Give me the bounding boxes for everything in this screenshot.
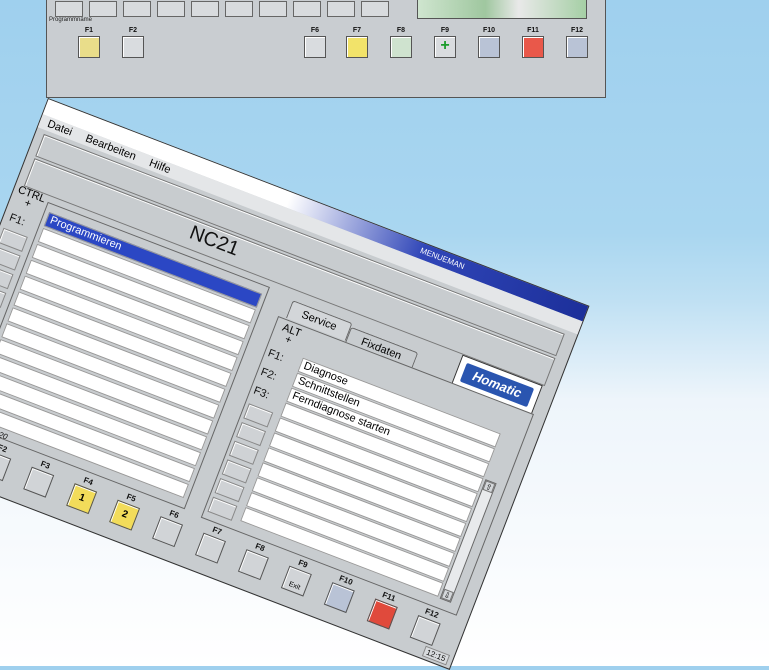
grid-icon: [566, 36, 588, 58]
bg-fkey-f7[interactable]: F7: [343, 27, 371, 58]
bg-cell: [327, 1, 355, 17]
plus-icon: +: [434, 36, 456, 58]
fkey-f4[interactable]: F4 1: [64, 472, 103, 515]
bg-fkey-f10[interactable]: F10: [475, 27, 503, 58]
fkey-f9[interactable]: F9 Exit: [279, 555, 318, 598]
bg-fkey-label: F6: [310, 27, 320, 34]
fkey-f11[interactable]: F11: [365, 588, 404, 631]
wand-icon: [346, 36, 368, 58]
fkey-f2[interactable]: F2: [0, 439, 17, 482]
fkey-f3[interactable]: F3: [21, 456, 60, 499]
minus-icon: [390, 36, 412, 58]
bg-fkey-label: F12: [570, 27, 584, 34]
fkey-f6[interactable]: F6: [150, 505, 189, 548]
blank-icon: [304, 36, 326, 58]
bg-cell: [89, 1, 117, 17]
bg-fkey-f8[interactable]: F8: [387, 27, 415, 58]
fkey-f12[interactable]: F12: [408, 604, 447, 647]
bg-fkey-f6[interactable]: F6: [301, 27, 329, 58]
fkey-f5[interactable]: F5 2: [107, 489, 146, 532]
bg-cell: [293, 1, 321, 17]
background-window: Programmname F1 F2 F6 F7 F8 F9 + F10 F11 …: [46, 0, 606, 98]
bg-fkey-label: F9: [440, 27, 450, 34]
alert-icon: [522, 36, 544, 58]
scroll-up-icon[interactable]: ⇧: [482, 480, 496, 494]
bg-fkey-label: F8: [396, 27, 406, 34]
ctrl-key[interactable]: [0, 227, 28, 252]
scroll-down-icon[interactable]: ⇩: [440, 588, 454, 602]
bg-fkey-f12[interactable]: F12: [563, 27, 591, 58]
bg-cell: [157, 1, 185, 17]
bg-cell: [191, 1, 219, 17]
bg-fkey-label: F11: [527, 27, 539, 34]
bg-fkey-f9[interactable]: F9 +: [431, 27, 459, 58]
bg-fkey-f1[interactable]: F1: [75, 27, 103, 58]
bg-fkey-label: F10: [482, 27, 496, 34]
bg-cell: [55, 1, 83, 17]
fkey-f7[interactable]: F7: [193, 522, 232, 565]
bg-cell: [123, 1, 151, 17]
bg-preview-image: [417, 0, 587, 19]
bg-fkey-label: F2: [128, 27, 138, 34]
gear-icon: [122, 36, 144, 58]
book-icon: [78, 36, 100, 58]
bg-cell: [361, 1, 389, 17]
ctrl-f1-label: F1:: [7, 211, 27, 229]
clock: 12:15: [421, 645, 451, 666]
fkey-f10[interactable]: F10: [322, 571, 361, 614]
main-window: MENUEMAN Datei Bearbeiten Hilfe NC21 CTR…: [0, 98, 590, 670]
fkey-f8[interactable]: F8: [236, 538, 275, 581]
bg-program-label: Programmname: [49, 17, 93, 23]
calculator-icon: [478, 36, 500, 58]
bg-fkey-f2[interactable]: F2: [119, 27, 147, 58]
bg-fkey-label: F1: [84, 27, 94, 34]
bg-cell: [259, 1, 287, 17]
bg-fkey-label: F7: [352, 27, 362, 34]
bg-fkey-f11[interactable]: F11: [519, 27, 547, 58]
bg-toolbar: [55, 1, 389, 17]
bg-cell: [225, 1, 253, 17]
